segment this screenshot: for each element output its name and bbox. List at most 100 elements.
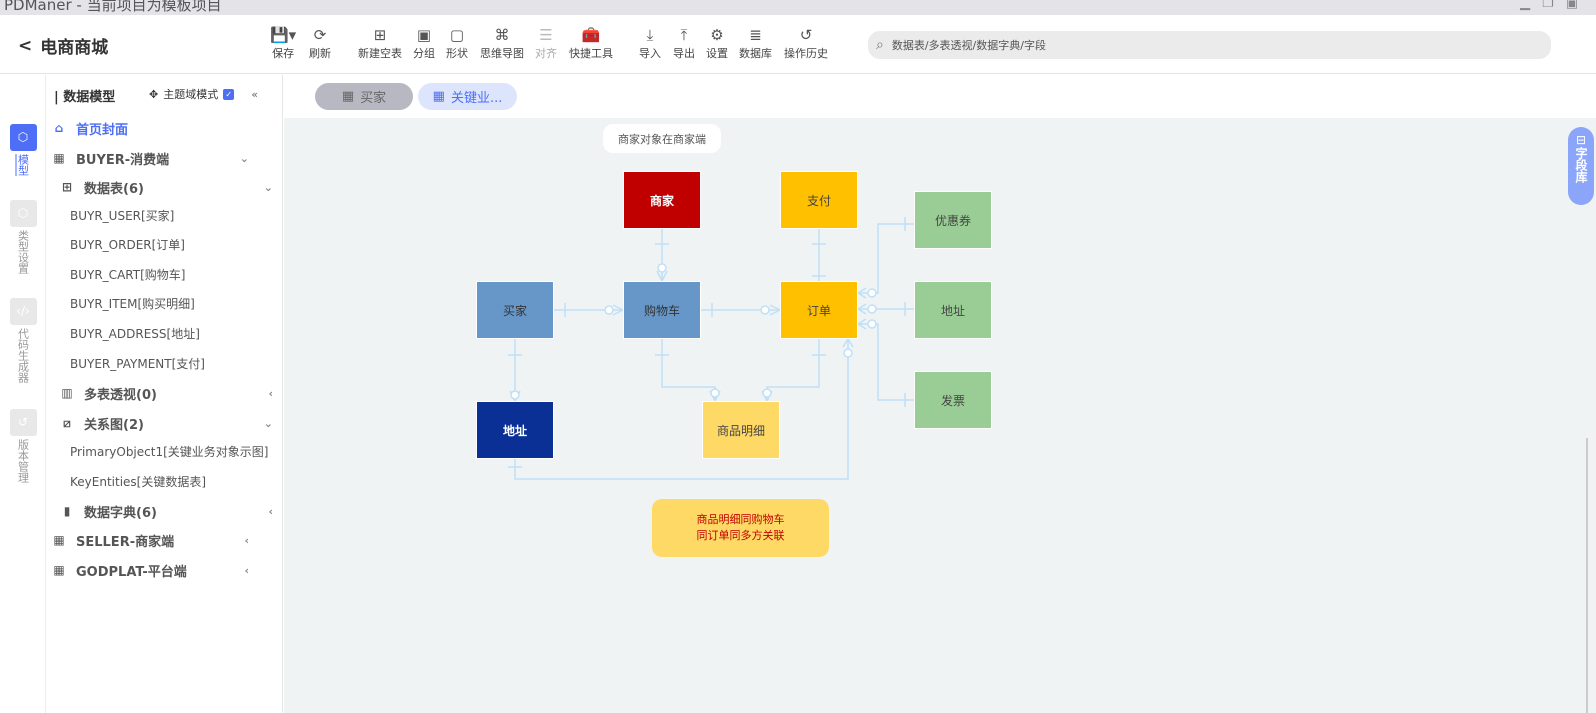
diagram-item[interactable]: PrimaryObject1[关键业务对象示图] (46, 438, 283, 464)
rel-merchant-cart (655, 229, 669, 282)
entity-invoice[interactable]: 发票 (914, 371, 992, 429)
crosshair-icon: ✥ (149, 87, 159, 101)
entity-coupon[interactable]: 优惠券 (914, 191, 992, 249)
history-button[interactable]: ↺ 操作历史 (784, 25, 828, 61)
table-item[interactable]: BUYR_CART[购物车] (46, 261, 283, 287)
rail-version[interactable]: ↺ 版本管理 (9, 409, 37, 483)
new-table-label: 新建空表 (358, 47, 402, 60)
rail-label: 模型 (16, 154, 30, 176)
settings-button[interactable]: ⚙ 设置 (706, 25, 728, 61)
table-item[interactable]: BUYR_ORDER[订单] (46, 231, 283, 257)
note-merchant[interactable]: 商家对象在商家端 (603, 124, 721, 153)
import-label: 导入 (639, 47, 661, 60)
bar-chart-icon: ▥ (61, 386, 73, 400)
toolbox-icon: 🧰 (581, 26, 601, 44)
shape-button[interactable]: ▢ 形状 (446, 25, 468, 61)
entity-payment[interactable]: 支付 (780, 171, 858, 229)
sidebar-diagrams[interactable]: ⧄ 关系图(2) ⌄ (46, 410, 283, 436)
entity-buyer[interactable]: 买家 (476, 281, 554, 339)
sidebar: | 数据模型 ✥ 主题域模式 ✓ « ⌂ 首页封面 ▦ BUYER-消费端 ⌄ ⊞ 数据表(6… (46, 75, 283, 713)
sidebar-views[interactable]: ▥ 多表透视(0) ‹ (46, 380, 283, 406)
history-icon: ↺ (799, 26, 813, 44)
tab-buyer[interactable]: ▦ 买家 (315, 83, 413, 110)
entity-address-blue[interactable]: 地址 (476, 401, 554, 459)
align-icon: ☰ (539, 26, 553, 44)
rail-type-settings[interactable]: ⬡ 类型设置 (9, 200, 37, 274)
mindmap-button[interactable]: ⌘ 思维导图 (480, 25, 524, 61)
sidebar-dicts[interactable]: ▮ 数据字典(6) ‹ (46, 498, 283, 524)
field-library-button[interactable]: ⊟ 字段库 (1568, 127, 1594, 205)
rel-circle (843, 348, 853, 358)
sidebar-item-home[interactable]: ⌂ 首页封面 (46, 115, 283, 141)
tab-key-entities[interactable]: ▦ 关键业... (418, 83, 517, 110)
chevron-left-icon: ‹ (244, 533, 249, 547)
rel-circle (867, 288, 877, 298)
entity-cart[interactable]: 购物车 (623, 281, 701, 339)
save-button[interactable]: 💾▾ 保存 (270, 25, 296, 61)
rel-order-item (761, 339, 826, 402)
chevron-left-icon: < (18, 35, 33, 56)
field-library-label: 字段库 (1574, 147, 1588, 183)
minimize-icon[interactable]: ▁ (1520, 0, 1530, 11)
search-input[interactable]: ⌕ 数据表/多表透视/数据字典/字段 (868, 31, 1551, 59)
database-button[interactable]: ≣ 数据库 (739, 25, 772, 61)
database-label: 数据库 (739, 47, 772, 60)
note-line: 同订单同多方关联 (696, 529, 785, 542)
quick-tools-button[interactable]: 🧰 快捷工具 (569, 25, 613, 61)
shape-icon: ▢ (449, 26, 465, 44)
entity-address-green[interactable]: 地址 (914, 281, 992, 339)
refresh-button[interactable]: ⟳ 刷新 (309, 25, 331, 61)
sidebar-group-seller[interactable]: ▦ SELLER-商家端 ‹ (46, 527, 283, 553)
import-button[interactable]: ⤓ 导入 (639, 25, 661, 61)
rail-model[interactable]: ⬡ 模型 (9, 124, 37, 176)
label: 数据字典(6) (84, 505, 157, 521)
tab-label: 买家 (360, 91, 387, 106)
table-item[interactable]: BUYER_PAYMENT[支付] (46, 350, 283, 376)
sidebar-title-text: 数据模型 (63, 90, 116, 105)
vertical-scrollbar[interactable] (1586, 438, 1588, 713)
diagram-canvas[interactable]: 商家对象在商家端 商家 支付 买家 购物车 订单 优惠券 地址 发票 地址 商品… (284, 118, 1596, 713)
rail-code-generator[interactable]: ‹/› 代码生成器 (9, 298, 37, 383)
table-icon: ⊞ (61, 180, 73, 194)
table-item[interactable]: BUYR_ADDRESS[地址] (46, 320, 283, 346)
inbox-icon: ⊟ (1575, 133, 1587, 147)
title-bar: PDManer - 当前项目为模板项目 ▁ ❐ ▣ (0, 0, 1596, 15)
label: 数据表(6) (84, 181, 144, 197)
note-item-relations[interactable]: 商品明细同购物车 同订单同多方关联 (652, 499, 829, 557)
rel-payment-order (812, 229, 826, 281)
table-item[interactable]: BUYR_USER[买家] (46, 202, 283, 228)
domain-mode-toggle[interactable]: ✥ 主题域模式 ✓ « (149, 86, 258, 102)
rel-circle (760, 305, 770, 315)
chevron-down-icon: ⌄ (263, 416, 273, 430)
restore-icon[interactable]: ❐ (1542, 0, 1554, 11)
entity-order[interactable]: 订单 (780, 281, 858, 339)
back-button[interactable]: < 电商商城 (18, 33, 108, 59)
home-icon: ⌂ (54, 121, 64, 135)
new-table-button[interactable]: ⊞ 新建空表 (358, 25, 402, 61)
entity-merchant[interactable]: 商家 (623, 171, 701, 229)
domain-mode-label: 主题域模式 (163, 88, 219, 101)
table-item[interactable]: BUYR_ITEM[购买明细] (46, 290, 283, 316)
save-label: 保存 (272, 47, 295, 60)
diagram-item[interactable]: KeyEntities[关键数据表] (46, 468, 283, 494)
label: 多表透视(0) (84, 387, 157, 403)
label: BUYER-消费端 (76, 152, 170, 168)
gear-icon: ⚙ (710, 26, 724, 44)
rel-circle (867, 304, 877, 314)
chevron-left-icon: ‹ (268, 504, 273, 518)
align-button[interactable]: ☰ 对齐 (535, 25, 557, 61)
tab-label: 关键业... (450, 91, 503, 106)
refresh-label: 刷新 (309, 47, 331, 60)
domain-mode-checkbox[interactable]: ✓ (223, 88, 235, 100)
entity-item[interactable]: 商品明细 (702, 401, 780, 459)
group-button[interactable]: ▣ 分组 (413, 25, 435, 61)
grid-icon: ▦ (53, 563, 65, 577)
close-icon[interactable]: ▣ (1566, 0, 1578, 11)
collapse-icon[interactable]: « (251, 88, 258, 101)
sidebar-group-buyer[interactable]: ▦ BUYER-消费端 ⌄ (46, 145, 283, 171)
label: 首页封面 (76, 122, 129, 138)
new-table-icon: ⊞ (373, 26, 387, 44)
sidebar-group-godplat[interactable]: ▦ GODPLAT-平台端 ‹ (46, 557, 283, 583)
sidebar-tables[interactable]: ⊞ 数据表(6) ⌄ (46, 174, 283, 200)
export-button[interactable]: ⤒ 导出 (673, 25, 695, 61)
